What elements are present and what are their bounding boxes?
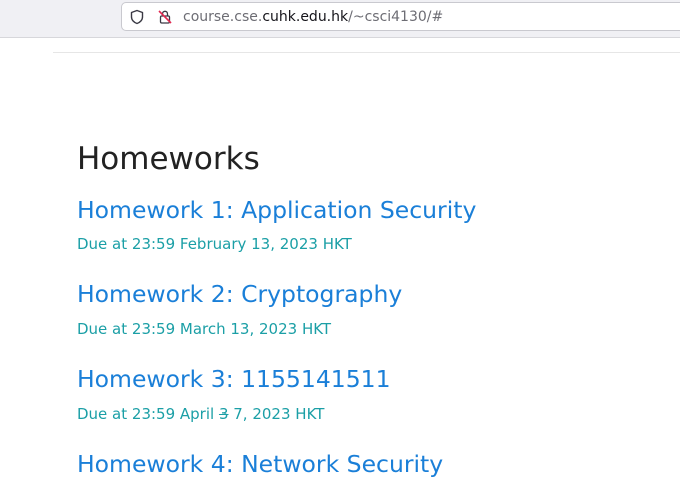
homework-1-link[interactable]: Homework 1: Application Security xyxy=(77,196,476,224)
homework-3-due: Due at 23:59 April 3 7, 2023 HKT xyxy=(77,404,324,424)
struck-date: 3 xyxy=(218,405,229,423)
address-bar[interactable]: course.cse.cuhk.edu.hk/~csci4130/# xyxy=(121,2,680,31)
homework-2-link[interactable]: Homework 2: Cryptography xyxy=(77,280,402,308)
divider xyxy=(53,52,680,53)
homework-3-link[interactable]: Homework 3: 1155141511 xyxy=(77,365,391,393)
due-text-before: Due at 23:59 April xyxy=(77,405,219,423)
insecure-lock-icon[interactable] xyxy=(157,9,173,25)
url-path: /~csci4130/# xyxy=(348,9,444,25)
url-domain: cuhk.edu.hk xyxy=(262,9,349,25)
url-prefix: course.cse. xyxy=(183,9,263,25)
homework-2-due: Due at 23:59 March 13, 2023 HKT xyxy=(77,320,332,338)
homework-4-link[interactable]: Homework 4: Network Security xyxy=(77,450,443,478)
due-text-after: 7, 2023 HKT xyxy=(228,405,325,423)
homework-1-due: Due at 23:59 February 13, 2023 HKT xyxy=(77,235,352,253)
browser-toolbar: course.cse.cuhk.edu.hk/~csci4130/# xyxy=(0,0,680,38)
page-title: Homeworks xyxy=(77,141,260,177)
shield-icon[interactable] xyxy=(129,9,145,25)
url-text[interactable]: course.cse.cuhk.edu.hk/~csci4130/# xyxy=(183,8,443,26)
